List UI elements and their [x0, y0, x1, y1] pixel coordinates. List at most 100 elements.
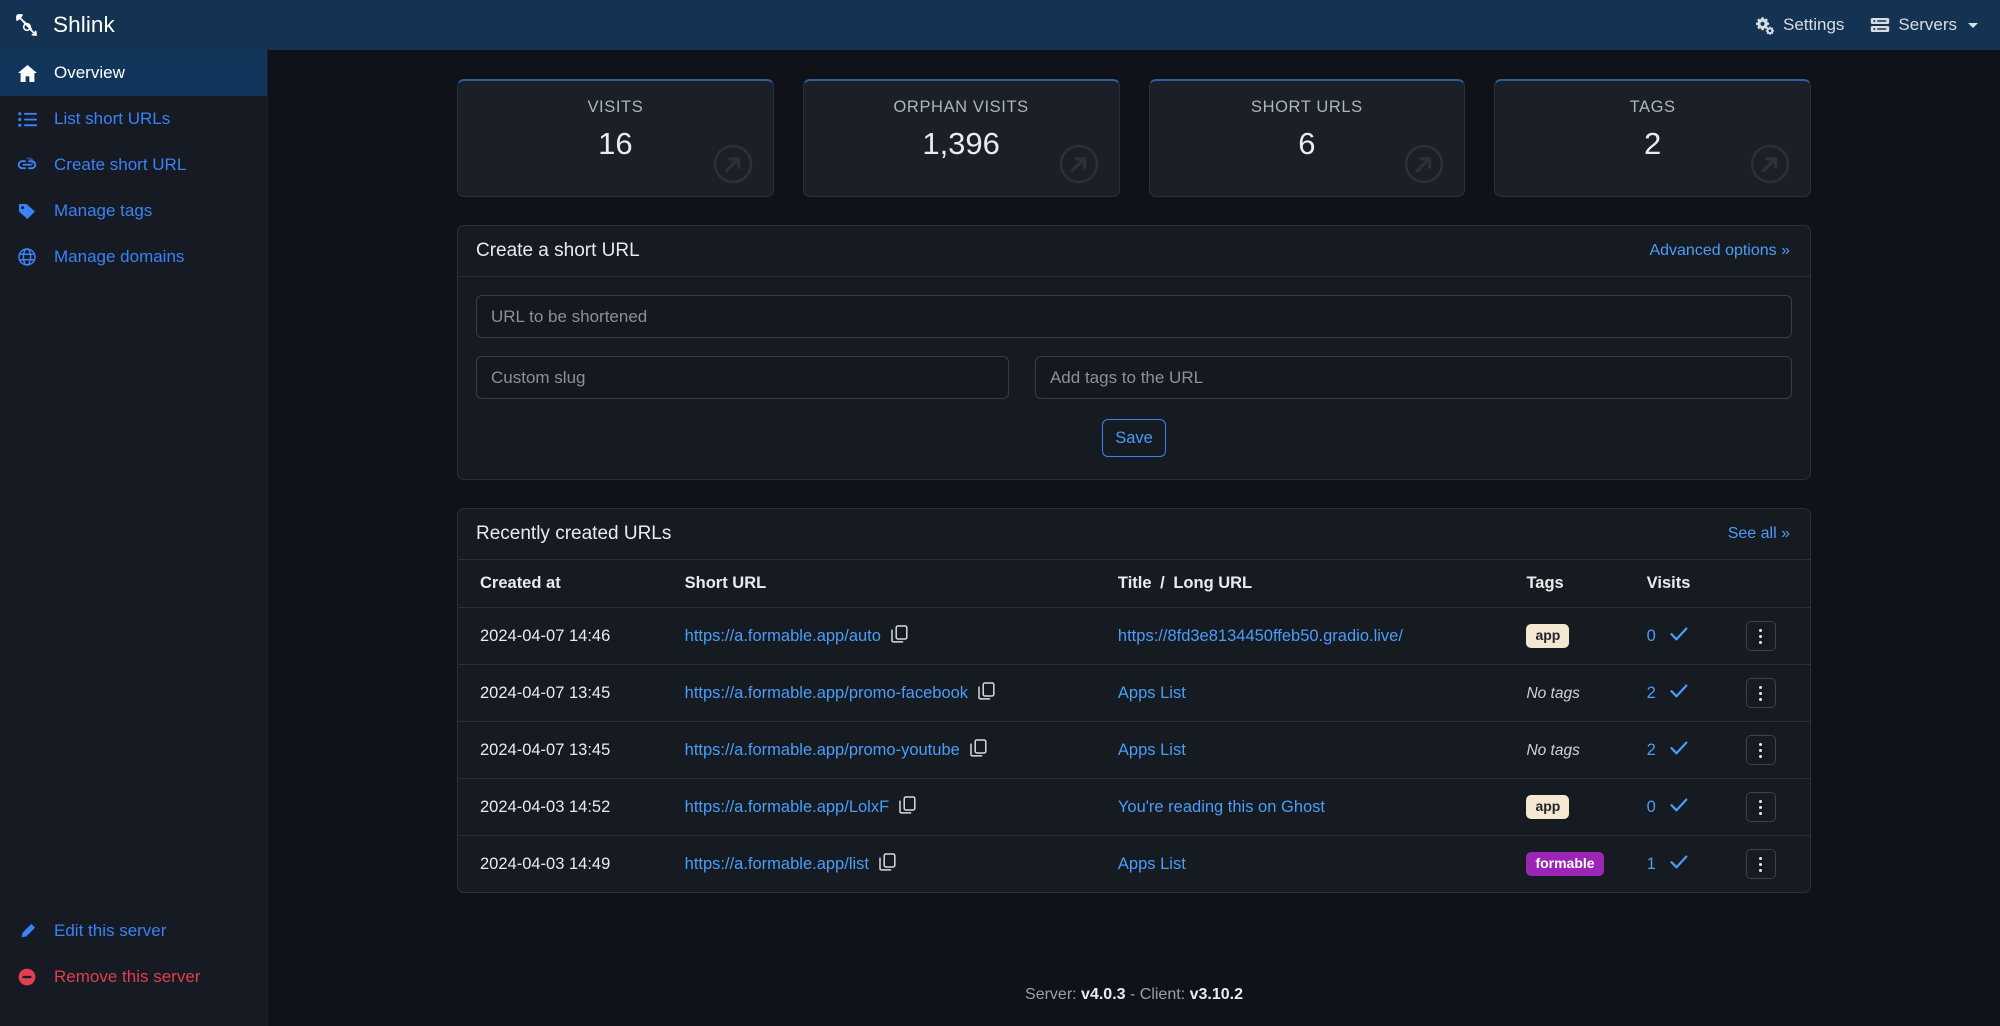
- cell-actions: [1736, 665, 1810, 722]
- cell-actions: [1736, 779, 1810, 836]
- tags-input[interactable]: [1035, 356, 1792, 399]
- cell-tags: No tags: [1516, 722, 1636, 779]
- long-url-link[interactable]: Apps List: [1118, 855, 1186, 873]
- server-icon: [1870, 17, 1890, 33]
- recently-created-urls-table: Created at Short URL Title / Long URL Ta…: [458, 560, 1810, 892]
- column-separator: /: [1156, 574, 1169, 592]
- cell-title-long-url: Apps List: [1108, 722, 1517, 779]
- row-menu-button[interactable]: [1746, 849, 1776, 879]
- cell-short-url: https://a.formable.app/list: [675, 836, 1108, 893]
- sidebar-item-remove-server[interactable]: Remove this server: [0, 954, 267, 1000]
- copy-icon[interactable]: [970, 739, 987, 762]
- tag-badge[interactable]: app: [1526, 624, 1569, 647]
- column-created-at[interactable]: Created at: [458, 560, 675, 608]
- long-url-link[interactable]: Apps List: [1118, 741, 1186, 759]
- sidebar: Overview List short URLs: [0, 50, 268, 1026]
- brand[interactable]: Shlink: [14, 12, 115, 38]
- short-url-link[interactable]: https://a.formable.app/LolxF: [685, 798, 890, 817]
- long-url-input[interactable]: [476, 295, 1792, 338]
- sidebar-item-create-short-url[interactable]: Create short URL: [0, 142, 267, 188]
- sidebar-item-manage-tags[interactable]: Manage tags: [0, 188, 267, 234]
- copy-icon[interactable]: [978, 682, 995, 705]
- row-menu-button[interactable]: [1746, 621, 1776, 651]
- stat-card-tags[interactable]: TAGS 2: [1494, 79, 1811, 197]
- sidebar-item-manage-domains-label: Manage domains: [54, 247, 184, 267]
- visits-count-link[interactable]: 0: [1647, 627, 1656, 646]
- nav-servers[interactable]: Servers: [1870, 15, 1978, 35]
- sidebar-item-list-short-urls[interactable]: List short URLs: [0, 96, 267, 142]
- column-title-long-url[interactable]: Title / Long URL: [1108, 560, 1517, 608]
- copy-icon[interactable]: [899, 796, 916, 819]
- tag-badge[interactable]: formable: [1526, 852, 1603, 875]
- column-visits[interactable]: Visits: [1637, 560, 1736, 608]
- form-row-slug-tags: [476, 356, 1792, 399]
- table-row: 2024-04-03 14:49 https://a.formable.app/l…: [458, 836, 1810, 893]
- main-content: VISITS 16 ORPHAN VISITS 1,396: [268, 50, 2000, 1026]
- copy-icon[interactable]: [879, 853, 896, 876]
- cell-created-at: 2024-04-07 13:45: [458, 665, 675, 722]
- sidebar-item-remove-server-label: Remove this server: [54, 967, 200, 987]
- tag-icon: [17, 203, 37, 220]
- see-all-link[interactable]: See all »: [1728, 525, 1790, 543]
- short-url-link[interactable]: https://a.formable.app/auto: [685, 627, 881, 646]
- tag-badge[interactable]: app: [1526, 795, 1569, 818]
- table-row: 2024-04-03 14:52https://a.formable.app/L…: [458, 779, 1810, 836]
- column-short-url[interactable]: Short URL: [675, 560, 1108, 608]
- visits-count-link[interactable]: 2: [1647, 741, 1656, 760]
- list-icon: [17, 112, 37, 127]
- top-navbar: Shlink Settings: [0, 0, 2000, 50]
- sidebar-bottom-items: Edit this server Remove this server: [0, 908, 267, 1026]
- sidebar-item-overview-label: Overview: [54, 63, 125, 83]
- custom-slug-input[interactable]: [476, 356, 1009, 399]
- short-url-link[interactable]: https://a.formable.app/promo-facebook: [685, 684, 968, 703]
- long-url-link[interactable]: Apps List: [1118, 684, 1186, 702]
- nav-settings-label: Settings: [1783, 15, 1844, 35]
- long-url-link[interactable]: You're reading this on Ghost: [1118, 798, 1325, 816]
- no-tags-label: No tags: [1526, 685, 1579, 702]
- column-actions: [1736, 560, 1810, 608]
- create-short-url-title: Create a short URL: [476, 240, 640, 262]
- row-menu-button[interactable]: [1746, 792, 1776, 822]
- nav-servers-label: Servers: [1898, 15, 1957, 35]
- no-tags-label: No tags: [1526, 742, 1579, 759]
- cell-tags: app: [1516, 779, 1636, 836]
- cell-visits: 0: [1637, 779, 1736, 836]
- visits-count-link[interactable]: 0: [1647, 798, 1656, 817]
- cell-short-url: https://a.formable.app/promo-youtube: [675, 722, 1108, 779]
- column-long-url-label: Long URL: [1173, 574, 1252, 592]
- sidebar-item-manage-domains[interactable]: Manage domains: [0, 234, 267, 280]
- brand-name: Shlink: [53, 12, 115, 38]
- cell-actions: [1736, 836, 1810, 893]
- copy-icon[interactable]: [891, 625, 908, 648]
- stat-card-short-urls[interactable]: SHORT URLS 6: [1149, 79, 1466, 197]
- advanced-options-link[interactable]: Advanced options »: [1649, 242, 1790, 260]
- short-url-link[interactable]: https://a.formable.app/list: [685, 855, 869, 874]
- stat-card-visits[interactable]: VISITS 16: [457, 79, 774, 197]
- long-url-link[interactable]: https://8fd3e8134450ffeb50.gradio.live/: [1118, 627, 1403, 645]
- check-icon: [1670, 684, 1688, 703]
- stat-card-tags-title: TAGS: [1495, 98, 1810, 117]
- sidebar-item-edit-server[interactable]: Edit this server: [0, 908, 267, 954]
- arrow-up-right-circle-icon: [1057, 142, 1101, 186]
- globe-icon: [17, 248, 37, 266]
- save-button[interactable]: Save: [1102, 419, 1166, 457]
- row-menu-button[interactable]: [1746, 678, 1776, 708]
- visits-count-link[interactable]: 1: [1647, 855, 1656, 874]
- footer-client-version: v3.10.2: [1190, 986, 1243, 1003]
- link-icon: [17, 157, 37, 173]
- sidebar-item-create-short-url-label: Create short URL: [54, 155, 186, 175]
- pencil-icon: [17, 923, 37, 940]
- footer-separator: -: [1130, 986, 1135, 1003]
- visits-count-link[interactable]: 2: [1647, 684, 1656, 703]
- short-url-link[interactable]: https://a.formable.app/promo-youtube: [685, 741, 960, 760]
- cell-title-long-url: Apps List: [1108, 665, 1517, 722]
- row-menu-button[interactable]: [1746, 735, 1776, 765]
- nav-settings[interactable]: Settings: [1756, 15, 1844, 35]
- shlink-logo-icon: [14, 12, 40, 38]
- stat-card-orphan-visits[interactable]: ORPHAN VISITS 1,396: [803, 79, 1120, 197]
- cell-created-at: 2024-04-03 14:49: [458, 836, 675, 893]
- column-tags[interactable]: Tags: [1516, 560, 1636, 608]
- sidebar-item-overview[interactable]: Overview: [0, 50, 267, 96]
- chevron-down-icon: [1968, 23, 1978, 28]
- sidebar-item-list-short-urls-label: List short URLs: [54, 109, 170, 129]
